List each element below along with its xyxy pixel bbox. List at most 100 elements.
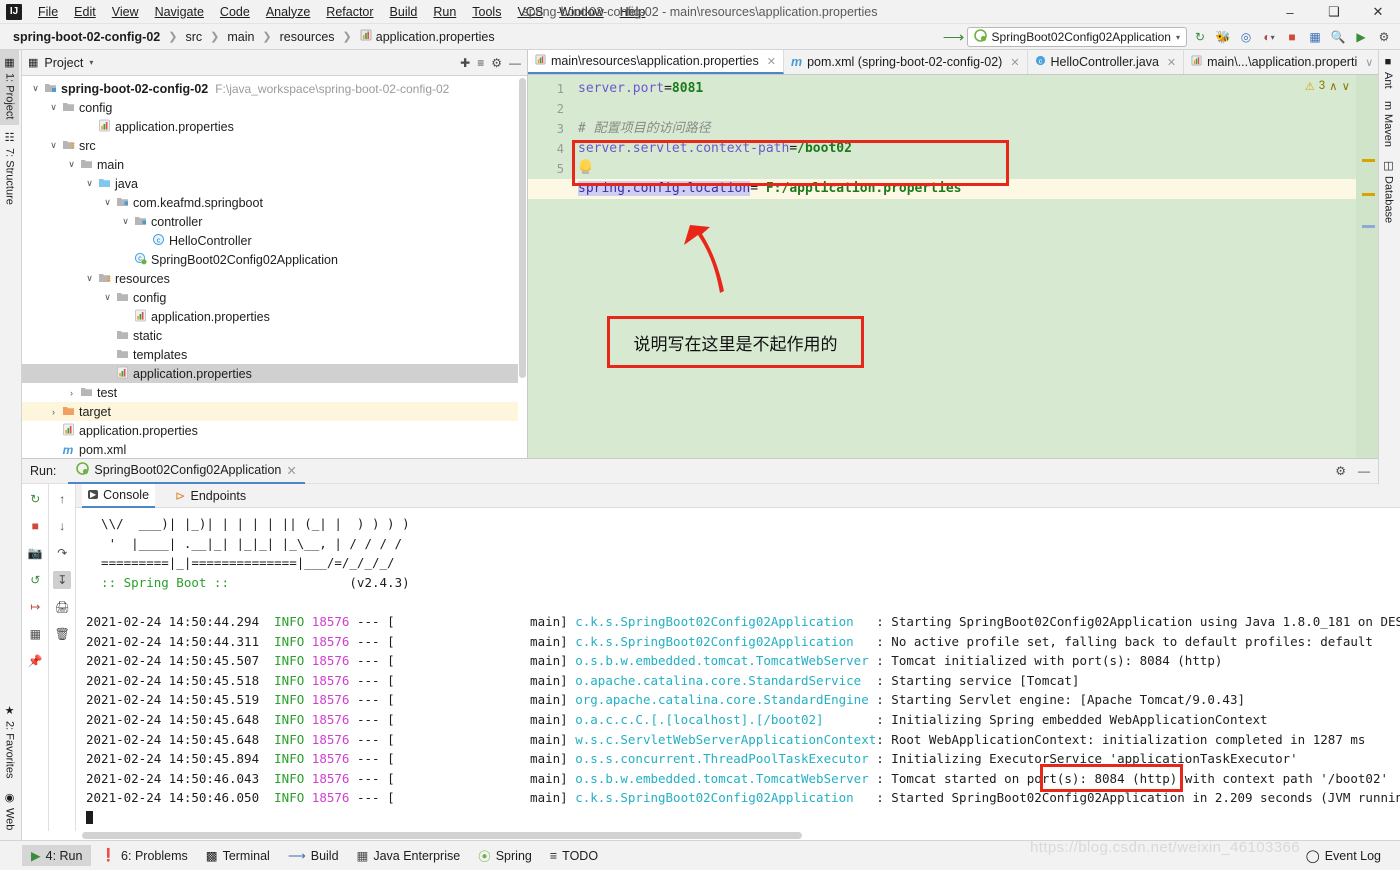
- menu-item-analyze[interactable]: Analyze: [258, 2, 318, 22]
- menu-item-help[interactable]: Help: [612, 2, 654, 22]
- tree-node-test[interactable]: ›test: [22, 383, 527, 402]
- sidebar-item-structure[interactable]: ☷ 7: Structure: [0, 125, 19, 211]
- maximize-button[interactable]: ❑: [1312, 0, 1356, 24]
- code-line[interactable]: [578, 99, 1356, 119]
- tree-node-springboot02config02application[interactable]: cSpringBoot02Config02Application: [22, 250, 527, 269]
- expand-all-icon[interactable]: ✚: [460, 56, 470, 70]
- build-icon[interactable]: ⟶: [944, 27, 964, 47]
- editor-tab-application-properties-2[interactable]: main\...\application.properti ∨: [1184, 50, 1378, 74]
- close-icon[interactable]: ✕: [1010, 56, 1019, 69]
- chevron-down-icon[interactable]: ∨: [101, 197, 114, 208]
- breadcrumb-item-resources[interactable]: resources: [277, 29, 338, 45]
- status-item-terminal[interactable]: ▩ Terminal: [197, 845, 279, 866]
- menu-item-code[interactable]: Code: [212, 2, 258, 22]
- scroll-down-button[interactable]: ↓: [53, 517, 71, 535]
- menu-item-vcs[interactable]: VCS: [509, 2, 551, 22]
- chevron-down-icon[interactable]: ∨: [119, 216, 132, 227]
- sidebar-item-web[interactable]: ◉ Web: [0, 785, 19, 836]
- editor-marker-strip[interactable]: [1356, 75, 1378, 458]
- console-output[interactable]: \\/ ___)| |_)| | | | | || (_| | ) ) ) ) …: [76, 508, 1400, 840]
- rerun-button[interactable]: ↻: [1190, 27, 1210, 47]
- code-line[interactable]: server.port=8081: [578, 79, 1356, 99]
- tree-node-application-properties[interactable]: application.properties: [22, 117, 527, 136]
- sidebar-item-maven[interactable]: m Maven: [1379, 95, 1397, 153]
- project-tree[interactable]: ∨spring-boot-02-config-02F:\java_workspa…: [22, 76, 527, 458]
- status-item-problems[interactable]: ❗ 6: Problems: [91, 845, 196, 866]
- rerun-failed-button[interactable]: ↺: [26, 571, 44, 589]
- clear-all-button[interactable]: 🗑: [53, 625, 71, 643]
- tree-node-static[interactable]: static: [22, 326, 527, 345]
- inspection-status[interactable]: ⚠ 3 ∧ ∨: [1305, 79, 1350, 93]
- menu-item-tools[interactable]: Tools: [464, 2, 509, 22]
- tree-node-resources[interactable]: ∨resources: [22, 269, 527, 288]
- dump-threads-button[interactable]: ▦: [26, 625, 44, 643]
- run-with-coverage-button[interactable]: ◎: [1236, 27, 1256, 47]
- status-item-spring[interactable]: ⦿ Spring: [469, 843, 541, 868]
- sidebar-item-ant[interactable]: ■ Ant: [1379, 50, 1397, 95]
- breadcrumb-item-file[interactable]: application.properties: [357, 28, 498, 45]
- profile-button[interactable]: ◐▾: [1259, 27, 1279, 47]
- tree-node-main[interactable]: ∨main: [22, 155, 527, 174]
- chevron-down-icon[interactable]: ∨: [83, 178, 96, 189]
- breadcrumb-item-src[interactable]: src: [182, 29, 205, 45]
- menu-item-refactor[interactable]: Refactor: [318, 2, 381, 22]
- breadcrumb-item-main[interactable]: main: [224, 29, 257, 45]
- minimize-button[interactable]: –: [1268, 0, 1312, 24]
- tree-node-controller[interactable]: ∨controller: [22, 212, 527, 231]
- close-button[interactable]: ✕: [1356, 0, 1400, 24]
- debug-button[interactable]: 🐝: [1213, 27, 1233, 47]
- menu-item-window[interactable]: Window: [551, 2, 611, 22]
- next-problem-icon[interactable]: ∨: [1342, 79, 1350, 93]
- chevron-down-icon[interactable]: ∨: [47, 102, 60, 113]
- tab-console[interactable]: ▶ Console: [82, 484, 155, 508]
- tree-node-spring-boot-02-config-02[interactable]: ∨spring-boot-02-config-02F:\java_workspa…: [22, 79, 527, 98]
- close-icon[interactable]: ✕: [767, 55, 776, 68]
- editor-tab-hellocontroller[interactable]: c HelloController.java ✕: [1028, 50, 1185, 74]
- warning-marker[interactable]: [1362, 193, 1375, 196]
- editor-tab-pom-xml[interactable]: m pom.xml (spring-boot-02-config-02) ✕: [784, 50, 1028, 74]
- chevron-right-icon[interactable]: ›: [65, 388, 78, 398]
- stop-process-button[interactable]: ■: [26, 517, 44, 535]
- tree-node-com-keafmd-springboot[interactable]: ∨com.keafmd.springboot: [22, 193, 527, 212]
- settings-gear-icon[interactable]: ⚙: [491, 56, 502, 70]
- print-button[interactable]: 🖨: [53, 598, 71, 616]
- run-configuration-selector[interactable]: SpringBoot02Config02Application ▾: [967, 27, 1187, 47]
- tree-node-pom-xml[interactable]: mpom.xml: [22, 440, 527, 458]
- menu-item-file[interactable]: File: [30, 2, 66, 22]
- search-everywhere-button[interactable]: 🔍: [1328, 27, 1348, 47]
- code-editor[interactable]: 123456 server.port=8081 # 配置项目的访问路径serve…: [528, 75, 1378, 458]
- menu-item-navigate[interactable]: Navigate: [147, 2, 212, 22]
- update-app-button[interactable]: ▦: [1305, 27, 1325, 47]
- status-item-build[interactable]: ⟶ Build: [279, 845, 348, 866]
- hide-panel-icon[interactable]: —: [1358, 464, 1370, 478]
- menu-item-edit[interactable]: Edit: [66, 2, 104, 22]
- settings-gear-icon[interactable]: ⚙: [1335, 464, 1346, 478]
- status-item-event-log[interactable]: ◯ Event Log: [1297, 845, 1390, 866]
- scrollbar-thumb[interactable]: [82, 832, 802, 839]
- settings-gear-icon[interactable]: ⚙: [1374, 27, 1394, 47]
- close-icon[interactable]: ✕: [286, 463, 296, 478]
- chevron-down-icon[interactable]: ∨: [29, 83, 42, 94]
- status-item-todo[interactable]: ≡ TODO: [541, 846, 607, 866]
- tree-node-target[interactable]: ›target: [22, 402, 527, 421]
- hide-panel-icon[interactable]: —: [509, 56, 521, 70]
- tree-node-config[interactable]: ∨config: [22, 98, 527, 117]
- sidebar-item-database[interactable]: ◫ Database: [1379, 153, 1398, 229]
- breadcrumb-item-project[interactable]: spring-boot-02-config-02: [10, 29, 163, 45]
- status-item-run[interactable]: ▶ 4: Run: [22, 845, 91, 866]
- scroll-up-button[interactable]: ↑: [53, 490, 71, 508]
- tree-node-application-properties[interactable]: application.properties: [22, 421, 527, 440]
- run-tab-springboot-application[interactable]: SpringBoot02Config02Application ✕: [68, 459, 304, 484]
- code-line[interactable]: # 配置项目的访问路径: [578, 119, 1356, 139]
- tree-node-java[interactable]: ∨java: [22, 174, 527, 193]
- pin-tab-button[interactable]: 📌: [26, 652, 44, 670]
- project-tree-scrollbar[interactable]: [518, 76, 527, 431]
- screenshot-button[interactable]: 📷: [26, 544, 44, 562]
- chevron-down-icon[interactable]: ∨: [101, 292, 114, 303]
- soft-wrap-button[interactable]: ↷: [53, 544, 71, 562]
- chevron-down-icon[interactable]: ∨: [1365, 56, 1373, 69]
- tree-node-application-properties[interactable]: application.properties: [22, 307, 527, 326]
- tree-node-src[interactable]: ∨src: [22, 136, 527, 155]
- stop-button[interactable]: ■: [1282, 27, 1302, 47]
- export-button[interactable]: ↦: [26, 598, 44, 616]
